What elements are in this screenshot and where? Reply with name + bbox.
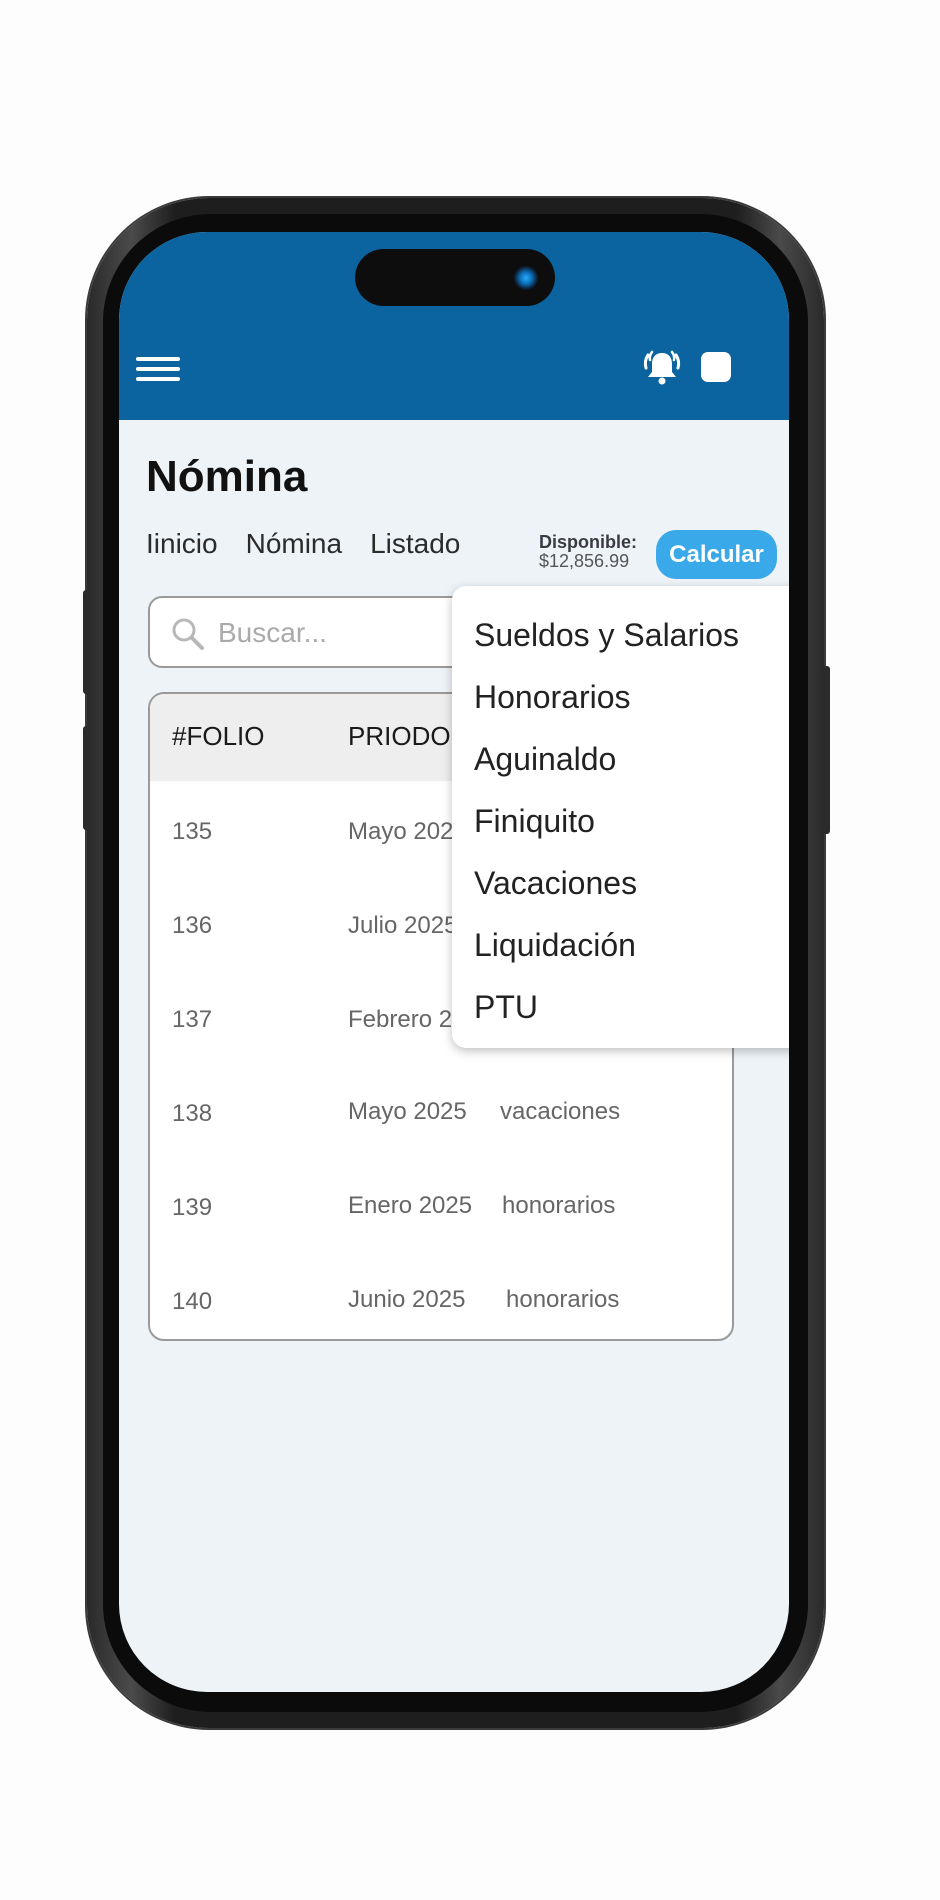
- cell-tipo: honorarios: [506, 1286, 620, 1313]
- cell-folio: 136: [172, 912, 213, 939]
- dropdown-option-sueldos[interactable]: Sueldos y Salarios: [452, 604, 789, 666]
- balance-amount: $12,856.99: [539, 550, 630, 571]
- hamburger-menu-icon[interactable]: [136, 357, 180, 387]
- cell-tipo: honorarios: [502, 1192, 616, 1219]
- search-icon: [172, 618, 204, 650]
- menu-line: [136, 367, 180, 371]
- bell-ringing-icon[interactable]: [641, 346, 683, 388]
- cell-folio: 137: [172, 1006, 213, 1033]
- dropdown-option-liquidacion[interactable]: Liquidación: [452, 914, 789, 976]
- breadcrumb-item-nomina[interactable]: Nómina: [246, 528, 342, 560]
- breadcrumb: Iinicio Nómina Listado: [146, 528, 460, 560]
- breadcrumb-item-inicio[interactable]: Iinicio: [146, 528, 218, 560]
- cell-folio: 135: [172, 818, 213, 845]
- camera-icon: [514, 266, 538, 290]
- column-header-folio[interactable]: #FOLIO: [172, 721, 264, 752]
- cell-periodo: Mayo 2025: [348, 1098, 467, 1125]
- cell-periodo: Enero 2025: [348, 1192, 473, 1219]
- app-header: [119, 232, 789, 420]
- cell-periodo: Julio 2025: [348, 912, 458, 939]
- breadcrumb-item-listado[interactable]: Listado: [370, 528, 460, 560]
- dropdown-option-honorarios[interactable]: Honorarios: [452, 666, 789, 728]
- table-row[interactable]: 139 Enero 2025 honorarios: [150, 1170, 732, 1264]
- calculate-button[interactable]: Calcular: [656, 530, 777, 579]
- page-title: Nómina: [146, 452, 308, 501]
- table-row[interactable]: 140 Junio 2025 honorarios: [150, 1264, 732, 1339]
- menu-line: [136, 377, 180, 381]
- payroll-type-dropdown: Sueldos y Salarios Honorarios Aguinaldo …: [452, 586, 789, 1048]
- cell-folio: 139: [172, 1194, 213, 1221]
- dynamic-island: [355, 249, 555, 306]
- app-screen: Nómina Iinicio Nómina Listado Disponible…: [119, 232, 789, 1692]
- dropdown-option-aguinaldo[interactable]: Aguinaldo: [452, 728, 789, 790]
- side-button: [823, 666, 830, 834]
- cell-periodo: Junio 2025: [348, 1286, 466, 1313]
- balance-display: Disponible: $12,856.99: [539, 533, 637, 571]
- cell-tipo: vacaciones: [500, 1098, 621, 1125]
- cell-folio: 140: [172, 1288, 213, 1315]
- side-button: [83, 590, 89, 694]
- cell-periodo: Mayo 2025: [348, 818, 467, 845]
- column-header-periodo[interactable]: PRIODO: [348, 721, 451, 752]
- dropdown-option-finiquito[interactable]: Finiquito: [452, 790, 789, 852]
- table-row[interactable]: 138 Mayo 2025 vacaciones: [150, 1076, 732, 1170]
- balance-label: Disponible:: [539, 532, 637, 552]
- cell-folio: 138: [172, 1100, 213, 1127]
- dropdown-option-ptu[interactable]: PTU: [452, 976, 789, 1038]
- dropdown-option-vacaciones[interactable]: Vacaciones: [452, 852, 789, 914]
- profile-icon[interactable]: [701, 352, 731, 382]
- side-button: [83, 726, 89, 830]
- menu-line: [136, 357, 180, 361]
